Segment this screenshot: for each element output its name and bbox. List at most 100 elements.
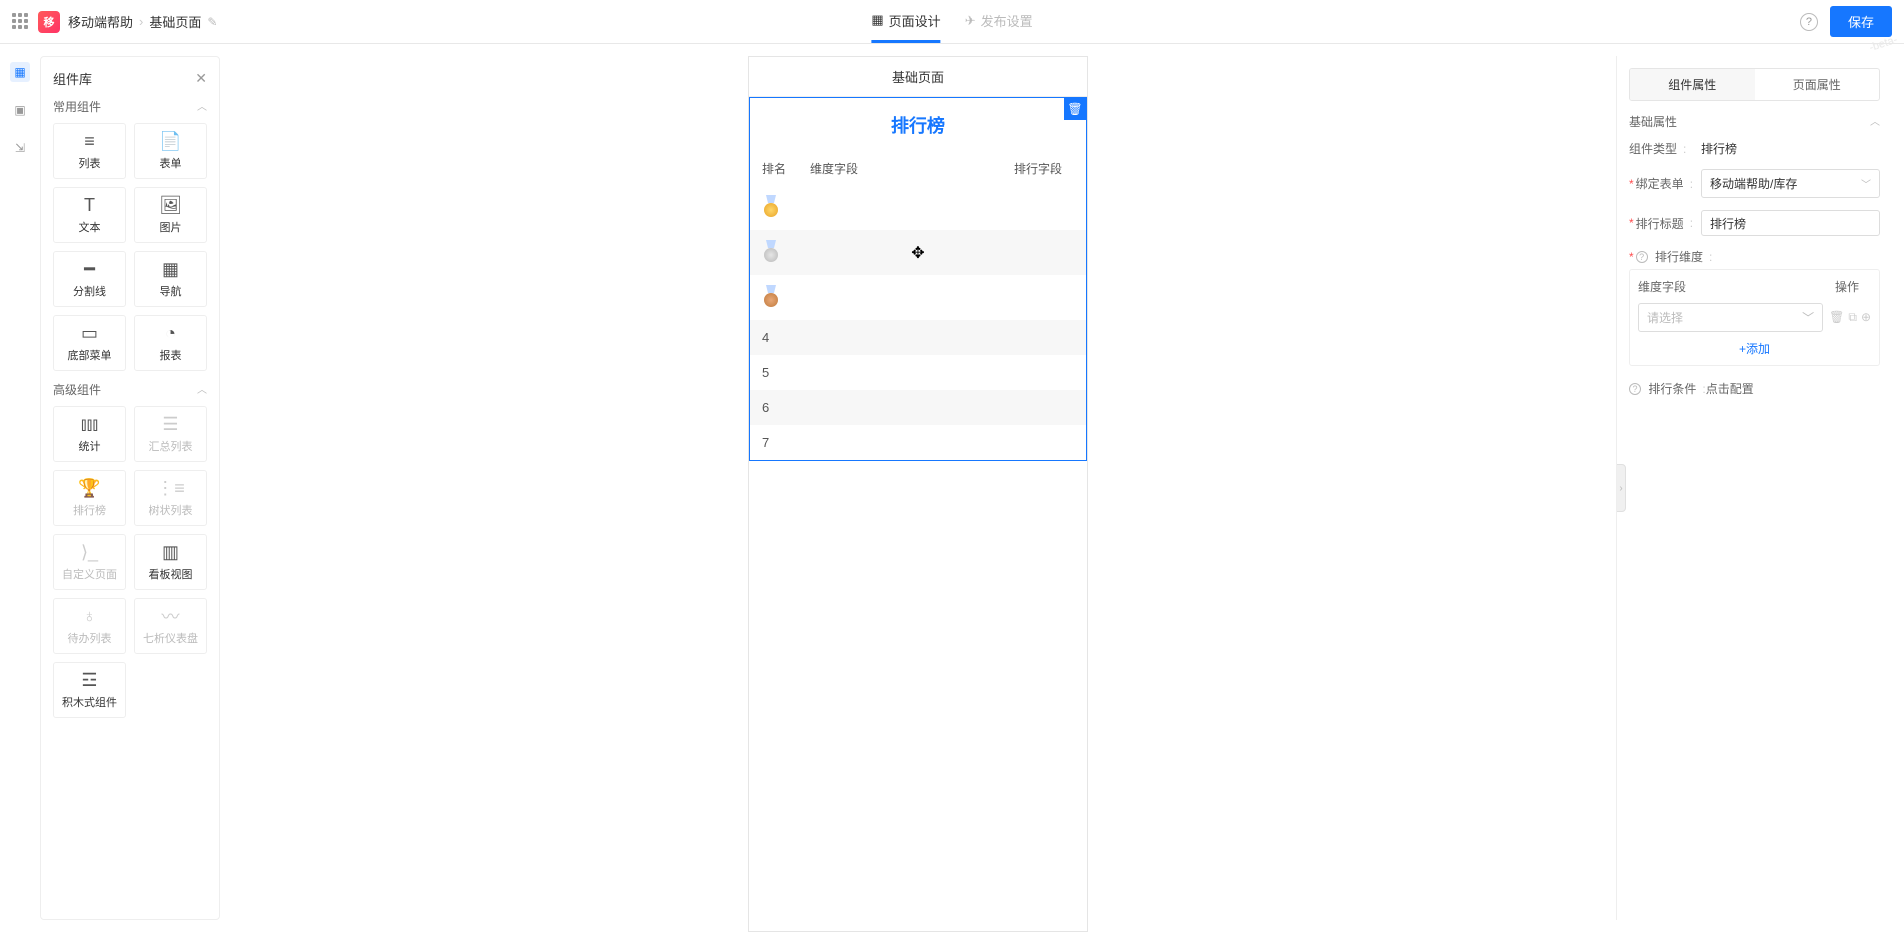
nav-icon: ▦ <box>162 259 179 279</box>
breadcrumb-level-2[interactable]: 基础页面 <box>149 12 201 31</box>
panel-collapse-handle[interactable]: › <box>1616 464 1626 512</box>
prop-component-type: 组件类型: 排行榜 <box>1629 140 1880 157</box>
component-library-panel: 组件库 ✕ 常用组件 ︿ ≡列表 📄表单 T文本 🖼图片 ━分割线 ▦导航 ▭底… <box>40 56 220 920</box>
props-section-basic-head[interactable]: 基础属性 ︿ <box>1629 113 1880 130</box>
dimension-config-box: 维度字段 操作 请选择 ﹀ 🗑 ⧉ ⊕ +添加 <box>1629 269 1880 366</box>
topbar-left: 移 移动端帮助 › 基础页面 ✎ <box>12 11 217 33</box>
lib-item-stats[interactable]: ⫾⫾⫾统计 <box>53 406 126 462</box>
col-value: 排行字段 <box>1014 160 1074 177</box>
dashboard-icon: 〰 <box>162 606 180 626</box>
tab-publish-settings[interactable]: ✈ 发布设置 <box>965 0 1033 43</box>
lib-item-custom-page[interactable]: ⟩_自定义页面 <box>53 534 126 590</box>
library-section-advanced-head[interactable]: 高级组件 ︿ <box>53 381 207 398</box>
leaderboard-title: 排行榜 <box>750 98 1086 152</box>
lib-item-leaderboard[interactable]: 🏆排行榜 <box>53 470 126 526</box>
library-section-common-head[interactable]: 常用组件 ︿ <box>53 98 207 115</box>
rank-row: 4 <box>750 320 1086 355</box>
tab-page-props[interactable]: 页面属性 <box>1755 69 1880 100</box>
chevron-up-icon: ︿ <box>1870 113 1880 130</box>
tab-component-props[interactable]: 组件属性 <box>1630 69 1755 100</box>
lib-item-summary-list[interactable]: ☰汇总列表 <box>134 406 207 462</box>
lib-item-nav[interactable]: ▦导航 <box>134 251 207 307</box>
delete-icon[interactable]: 🗑 <box>1829 310 1844 325</box>
rail-image-icon[interactable]: ▣ <box>10 100 30 120</box>
library-common-grid: ≡列表 📄表单 T文本 🖼图片 ━分割线 ▦导航 ▭底部菜单 ◔报表 <box>53 123 207 371</box>
lib-item-todo-list[interactable]: ♁待办列表 <box>53 598 126 654</box>
stats-icon: ⫾⫾⫾ <box>81 414 98 434</box>
bottom-menu-icon: ▭ <box>81 323 98 343</box>
breadcrumb-level-1[interactable]: 移动端帮助 <box>68 12 133 31</box>
nav-rail: ▦ ▣ ⇲ <box>0 44 40 932</box>
rank-row: ✥ <box>750 230 1086 275</box>
breadcrumb: 移动端帮助 › 基础页面 ✎ <box>68 12 217 31</box>
lib-item-dashboard[interactable]: 〰七析仪表盘 <box>134 598 207 654</box>
edit-icon[interactable]: ✎ <box>207 15 217 29</box>
canvas-area: 基础页面 🗑 排行榜 排名 维度字段 排行字段 ✥ 4 5 <box>220 44 1616 932</box>
properties-panel: › 组件属性 页面属性 基础属性 ︿ 组件类型: 排行榜 *绑定表单: 移动端帮… <box>1616 56 1892 920</box>
help-icon[interactable]: ? <box>1800 13 1818 31</box>
main: ▦ ▣ ⇲ 组件库 ✕ 常用组件 ︿ ≡列表 📄表单 T文本 🖼图片 ━分割线 … <box>0 44 1904 932</box>
col-dimension: 维度字段 <box>810 160 1014 177</box>
library-section-advanced: 高级组件 ︿ ⫾⫾⫾统计 ☰汇总列表 🏆排行榜 ⋮≡树状列表 ⟩_自定义页面 ▥… <box>53 381 207 718</box>
form-icon: 📄 <box>159 131 181 151</box>
library-section-advanced-title: 高级组件 <box>53 381 101 398</box>
close-icon[interactable]: ✕ <box>195 70 207 87</box>
lib-item-divider[interactable]: ━分割线 <box>53 251 126 307</box>
chevron-up-icon: ︿ <box>197 381 207 398</box>
summary-list-icon: ☰ <box>162 414 178 434</box>
configure-condition-link[interactable]: 点击配置 <box>1706 382 1754 396</box>
add-icon[interactable]: ⊕ <box>1861 310 1871 325</box>
lib-item-bottom-menu[interactable]: ▭底部菜单 <box>53 315 126 371</box>
topbar-tabs: ▦ 页面设计 ✈ 发布设置 <box>871 0 1032 43</box>
topbar: 移 移动端帮助 › 基础页面 ✎ ▦ 页面设计 ✈ 发布设置 ? 保存 <box>0 0 1904 44</box>
library-section-common: 常用组件 ︿ ≡列表 📄表单 T文本 🖼图片 ━分割线 ▦导航 ▭底部菜单 ◔报… <box>53 98 207 371</box>
bronze-medal-icon <box>762 285 780 307</box>
chevron-down-icon: ﹀ <box>1861 176 1871 191</box>
rank-title-input[interactable] <box>1701 210 1880 236</box>
tab-publish-settings-label: 发布设置 <box>981 11 1033 30</box>
col-rank: 排名 <box>762 160 810 177</box>
bind-form-select[interactable]: 移动端帮助/库存 ﹀ <box>1701 169 1880 198</box>
lib-item-form[interactable]: 📄表单 <box>134 123 207 179</box>
lib-item-tree-list[interactable]: ⋮≡树状列表 <box>134 470 207 526</box>
lib-item-kanban[interactable]: ▥看板视图 <box>134 534 207 590</box>
list-icon: ≡ <box>84 131 95 151</box>
delete-component-icon[interactable]: 🗑 <box>1064 98 1086 120</box>
dimension-select[interactable]: 请选择 ﹀ <box>1638 303 1823 332</box>
app-logo[interactable]: 移 <box>38 11 60 33</box>
lib-item-text[interactable]: T文本 <box>53 187 126 243</box>
help-icon[interactable]: ? <box>1636 251 1648 263</box>
layout-icon: ▦ <box>871 12 883 28</box>
phone-page-title: 基础页面 <box>749 57 1087 97</box>
dimension-ops: 🗑 ⧉ ⊕ <box>1829 310 1871 325</box>
prop-bind-form: *绑定表单: 移动端帮助/库存 ﹀ <box>1629 169 1880 198</box>
properties-tabs: 组件属性 页面属性 <box>1629 68 1880 101</box>
report-icon: ◔ <box>165 323 176 343</box>
prop-rank-title: *排行标题: <box>1629 210 1880 236</box>
save-button[interactable]: 保存 <box>1830 6 1892 37</box>
blocks-icon: ☲ <box>81 670 97 690</box>
rank-row: 5 <box>750 355 1086 390</box>
chevron-down-icon: ﹀ <box>1802 309 1814 326</box>
image-icon: 🖼 <box>159 195 182 215</box>
dimension-row: 请选择 ﹀ 🗑 ⧉ ⊕ <box>1638 303 1871 332</box>
lib-item-blocks[interactable]: ☲积木式组件 <box>53 662 126 718</box>
apps-icon[interactable] <box>12 13 30 31</box>
lib-item-image[interactable]: 🖼图片 <box>134 187 207 243</box>
lib-item-report[interactable]: ◔报表 <box>134 315 207 371</box>
trophy-icon: 🏆 <box>78 478 100 498</box>
tab-page-design[interactable]: ▦ 页面设计 <box>871 0 940 43</box>
lib-item-list[interactable]: ≡列表 <box>53 123 126 179</box>
leaderboard-component[interactable]: 🗑 排行榜 排名 维度字段 排行字段 ✥ 4 5 6 <box>749 97 1087 461</box>
send-icon: ✈ <box>965 13 976 29</box>
kanban-icon: ▥ <box>162 542 179 562</box>
rail-components-icon[interactable]: ▦ <box>10 62 30 82</box>
rail-share-icon[interactable]: ⇲ <box>10 138 30 158</box>
help-icon[interactable]: ? <box>1629 383 1641 395</box>
library-advanced-grid: ⫾⫾⫾统计 ☰汇总列表 🏆排行榜 ⋮≡树状列表 ⟩_自定义页面 ▥看板视图 ♁待… <box>53 406 207 718</box>
leaderboard-header: 排名 维度字段 排行字段 <box>750 152 1086 185</box>
add-dimension-link[interactable]: +添加 <box>1638 340 1871 357</box>
copy-icon[interactable]: ⧉ <box>1848 310 1857 325</box>
divider-icon: ━ <box>84 259 95 279</box>
prop-type-value: 排行榜 <box>1701 140 1880 157</box>
